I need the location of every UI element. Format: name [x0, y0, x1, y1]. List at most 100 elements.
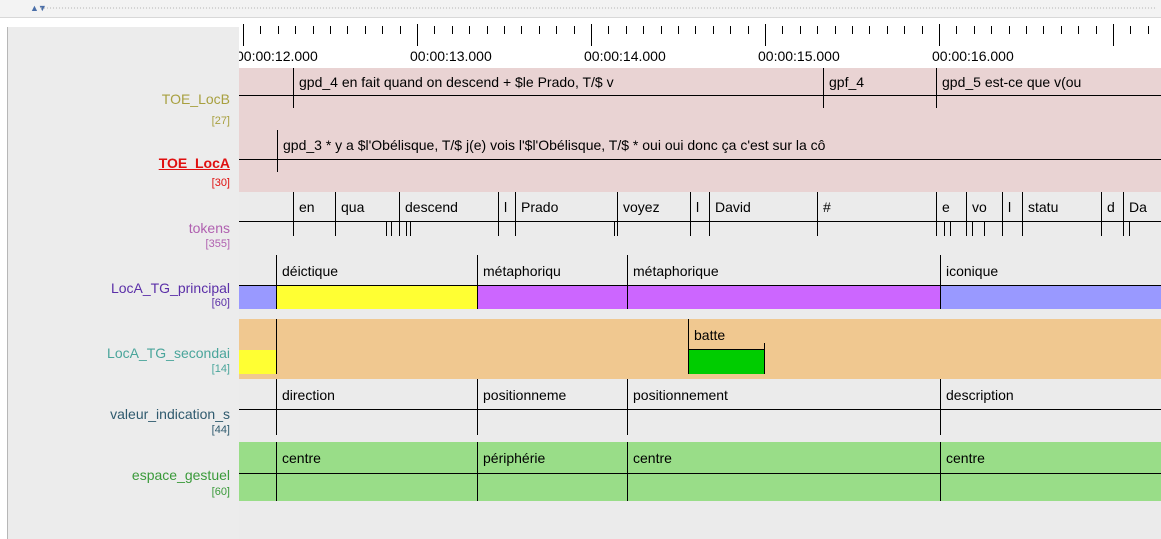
segment-deictique[interactable]: [276, 286, 477, 309]
ruler-tick: [869, 26, 870, 34]
tier-label-valeur-indication[interactable]: valeur_indication_s: [8, 406, 230, 422]
tier-label-loca-tg-secondai[interactable]: LocA_TG_secondai: [8, 345, 230, 361]
annotation[interactable]: gpf_4: [823, 74, 936, 90]
ruler-tick: [556, 26, 557, 34]
boundary: [972, 221, 973, 236]
annotation[interactable]: positionneme: [477, 387, 627, 403]
tier-label-toe-loca[interactable]: TOE_LocA: [8, 155, 230, 171]
tier-labels-panel: TOE_LocB [27] TOE_LocA [30] tokens [355]…: [7, 27, 240, 539]
ruler-tick: [922, 26, 923, 34]
token-annotation[interactable]: #: [817, 199, 936, 215]
segment-metaphorique[interactable]: [477, 286, 940, 309]
tier-count-loca-tg-secondai: [14]: [211, 363, 230, 375]
token-annotation[interactable]: qua: [335, 199, 399, 215]
ruler-tick: [765, 24, 766, 46]
ruler-tick: [817, 26, 818, 34]
row-line: [239, 95, 1161, 96]
ruler-tick: [504, 26, 505, 34]
annotation[interactable]: iconique: [940, 263, 1161, 279]
tier-row-tokens[interactable]: en qua descend l Prado voyez l David # e vo l statu d…: [239, 192, 1161, 255]
ruler-tick: [904, 26, 905, 34]
annotation[interactable]: batte: [688, 327, 764, 343]
ruler-tick: [330, 26, 331, 34]
timeline-viewer[interactable]: ⇕ 00:00:12.000 00:00:13.000 00:00:14.000…: [239, 18, 1161, 539]
ruler-tick: [347, 26, 348, 34]
tier-row-toe-loca[interactable]: gpd_3 * y a $l'Obélisque, T/$ j(e) vois …: [239, 130, 1161, 192]
ruler-tick: [469, 26, 470, 34]
token-annotation[interactable]: vo: [966, 199, 1002, 215]
annotation[interactable]: centre: [940, 450, 1161, 466]
ruler-tick: [521, 26, 522, 34]
token-annotation[interactable]: voyez: [617, 199, 690, 215]
tier-label-espace-gestuel[interactable]: espace_gestuel: [8, 467, 230, 483]
tier-label-tokens[interactable]: tokens: [8, 220, 230, 236]
annotation[interactable]: direction: [276, 387, 477, 403]
time-ruler[interactable]: ⇕ 00:00:12.000 00:00:13.000 00:00:14.000…: [239, 18, 1161, 68]
time-label: 00:00:12.000: [239, 48, 318, 64]
row-line: [688, 349, 764, 350]
ruler-tick: [417, 24, 418, 46]
tier-count-toe-locb: [27]: [211, 115, 230, 127]
ruler-tick: [748, 26, 749, 34]
tier-label-loca-tg-principal[interactable]: LocA_TG_principal: [8, 280, 230, 296]
boundary: [944, 221, 945, 236]
time-label: 00:00:15.000: [758, 48, 840, 64]
annotation[interactable]: gpd_5 est-ce que v(ou: [936, 74, 1161, 90]
annotation[interactable]: gpd_4 en fait quand on descend + $le Pra…: [293, 74, 823, 90]
annotation[interactable]: périphérie: [477, 450, 627, 466]
token-annotation[interactable]: David: [709, 199, 817, 215]
ruler-tick: [643, 26, 644, 34]
token-annotation[interactable]: Prado: [515, 199, 614, 215]
tier-count-tokens: [355]: [205, 238, 230, 250]
tier-row-loca-tg-secondai[interactable]: batte: [239, 319, 1161, 379]
ruler-tick: [608, 26, 609, 34]
ruler-tick: [661, 26, 662, 34]
annotation[interactable]: métaphorique: [627, 263, 940, 279]
time-label: 00:00:14.000: [584, 48, 666, 64]
ruler-tick: [835, 26, 836, 34]
annotation[interactable]: gpd_3 * y a $l'Obélisque, T/$ j(e) vois …: [277, 137, 1161, 153]
tier-row-loca-tg-principal[interactable]: déictique métaphoriqu métaphorique iconi…: [239, 255, 1161, 319]
segment-deictique[interactable]: [239, 350, 276, 374]
ruler-tick: [452, 26, 453, 34]
tier-count-valeur-indication: [44]: [211, 424, 230, 436]
token-annotation[interactable]: statu: [1022, 199, 1101, 215]
tier-label-toe-locb[interactable]: TOE_LocB: [8, 91, 230, 107]
tier-count-espace-gestuel: [60]: [211, 486, 230, 498]
token-annotation[interactable]: en: [293, 199, 335, 215]
tier-row-valeur-indication[interactable]: direction positionneme positionnement de…: [239, 379, 1161, 442]
annotation[interactable]: positionnement: [627, 387, 940, 403]
token-annotation[interactable]: l: [498, 199, 515, 215]
ruler-tick: [574, 26, 575, 34]
token-annotation[interactable]: descend: [399, 199, 498, 215]
segment-iconique[interactable]: [940, 286, 1161, 309]
token-annotation[interactable]: Da: [1123, 199, 1161, 215]
ruler-tick: [939, 24, 940, 46]
annotation[interactable]: description: [940, 387, 1161, 403]
tier-count-toe-loca: [30]: [211, 177, 230, 189]
ruler-tick: [591, 24, 592, 46]
annotation[interactable]: déictique: [276, 263, 477, 279]
ruler-tick: [1009, 26, 1010, 34]
segment-iconique[interactable]: [239, 286, 276, 309]
token-annotation[interactable]: l: [690, 199, 709, 215]
token-annotation[interactable]: l: [1002, 199, 1022, 215]
ruler-tick: [800, 26, 801, 34]
drag-handle[interactable]: [40, 7, 1157, 9]
segment-batte[interactable]: [688, 350, 764, 374]
ruler-tick: [365, 26, 366, 34]
annotation[interactable]: métaphoriqu: [477, 263, 627, 279]
tier-row-toe-locb[interactable]: gpd_4 en fait quand on descend + $le Pra…: [239, 68, 1161, 130]
row-line: [239, 409, 1161, 410]
ruler-tick: [243, 24, 244, 46]
ruler-tick: [278, 26, 279, 34]
token-annotation[interactable]: e: [936, 199, 966, 215]
ruler-tick: [1078, 26, 1079, 34]
annotation[interactable]: centre: [276, 450, 477, 466]
annotation[interactable]: centre: [627, 450, 940, 466]
time-label: 00:00:13.000: [410, 48, 492, 64]
tier-count-loca-tg-principal: [60]: [211, 297, 230, 309]
ruler-tick: [260, 26, 261, 34]
tier-row-espace-gestuel[interactable]: centre périphérie centre centre: [239, 442, 1161, 501]
token-annotation[interactable]: d: [1101, 199, 1123, 215]
